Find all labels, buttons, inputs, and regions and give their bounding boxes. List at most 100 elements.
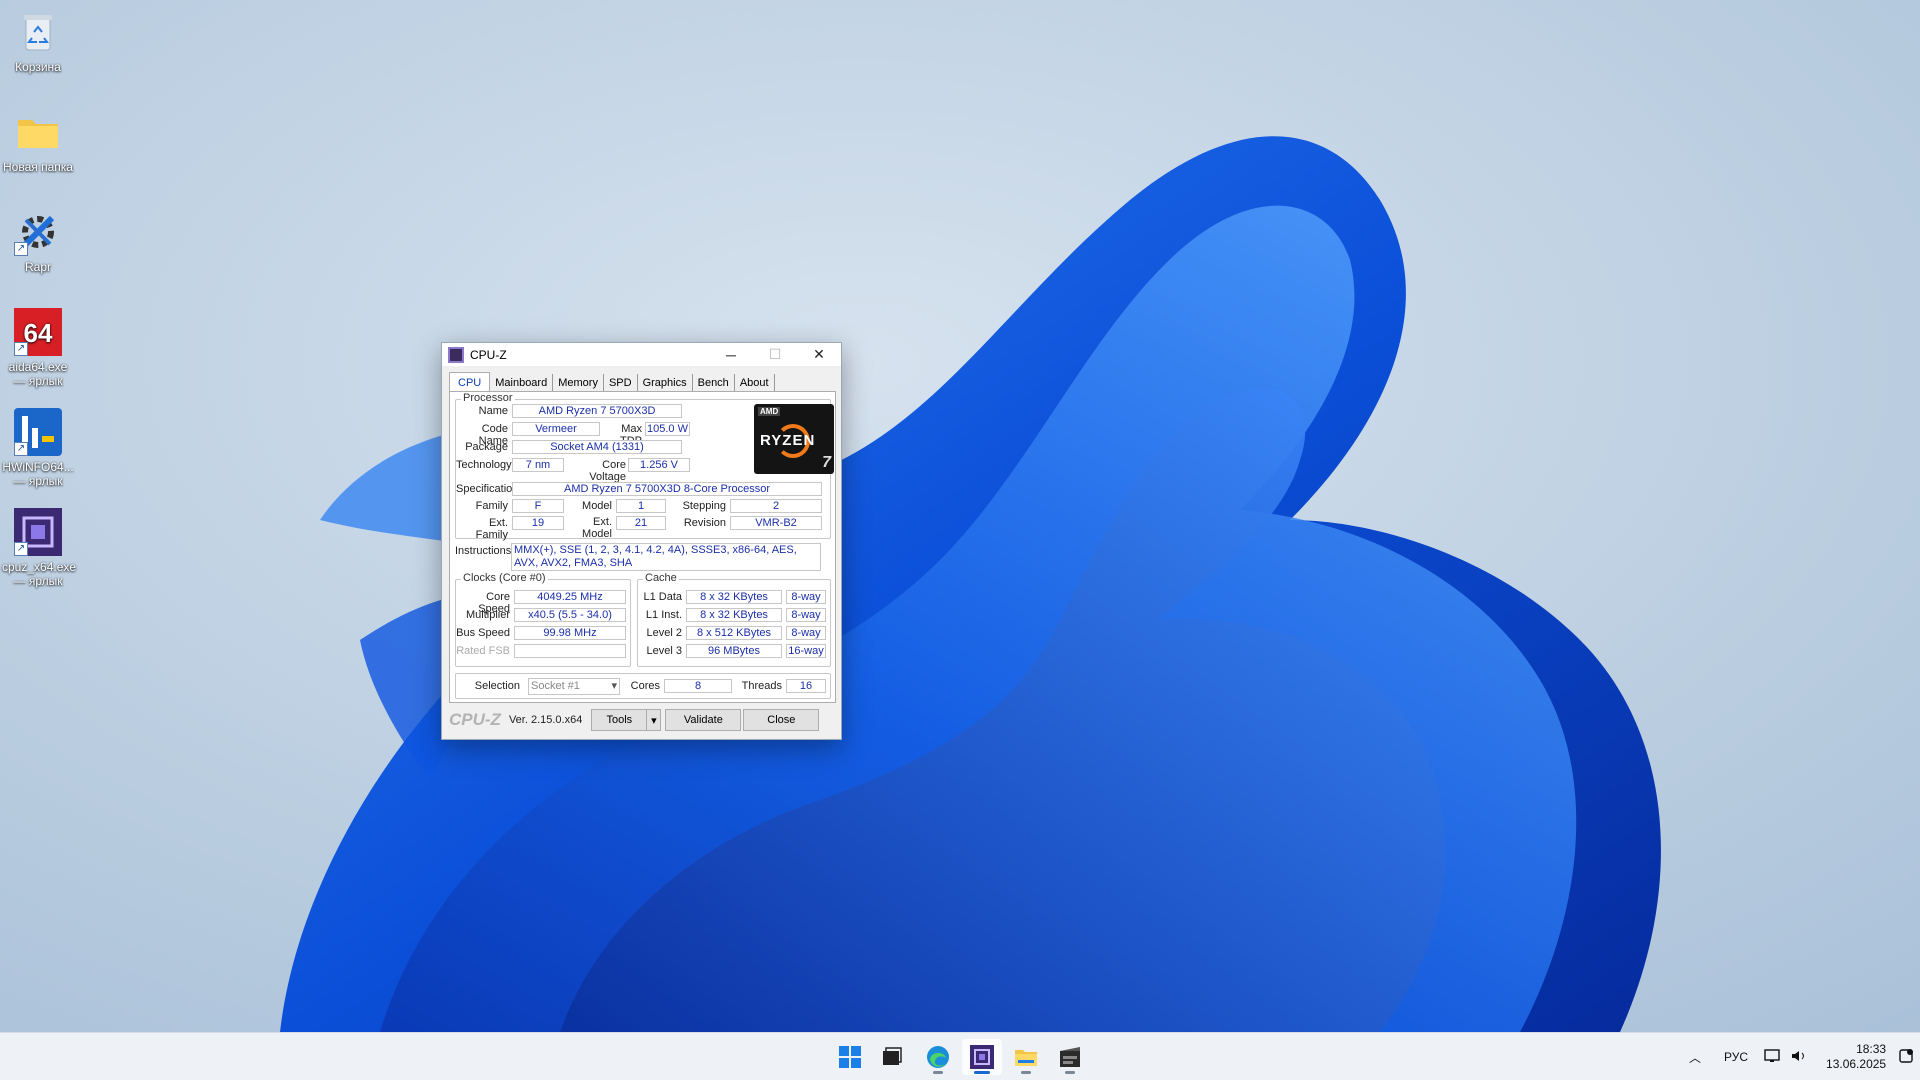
corevoltage-value: 1.256 V bbox=[628, 458, 690, 472]
desktop-icon-aida64[interactable]: 64 ↗ aida64.exe — ярлык bbox=[0, 308, 76, 388]
start-button[interactable] bbox=[830, 1039, 870, 1075]
processor-group: Processor Name AMD Ryzen 7 5700X3D Code … bbox=[455, 392, 834, 541]
ryzen-tier: 7 bbox=[822, 454, 831, 471]
show-hidden-icons-button[interactable]: ︿ bbox=[1682, 1049, 1708, 1066]
running-indicator bbox=[974, 1071, 990, 1074]
file-explorer-icon bbox=[1015, 1050, 1037, 1066]
desktop-icon-cpuz[interactable]: ↗ cpuz_x64.exe — ярлык bbox=[0, 508, 76, 588]
revision-label: Revision bbox=[683, 517, 726, 529]
title-bar[interactable]: CPU-Z ─ ☐ ✕ bbox=[442, 343, 841, 367]
desktop-icon-label: Новая папка bbox=[3, 160, 73, 174]
cache-l1i-size: 8 x 32 KBytes bbox=[686, 608, 782, 622]
clock[interactable]: 18:33 13.06.2025 bbox=[1826, 1042, 1886, 1072]
extfamily-value: 19 bbox=[512, 516, 564, 530]
selection-dropdown[interactable]: Socket #1 ▾ bbox=[528, 678, 620, 695]
taskbar-edge[interactable] bbox=[918, 1039, 958, 1075]
task-view-button[interactable] bbox=[872, 1039, 912, 1075]
minimize-button[interactable]: ─ bbox=[709, 343, 753, 367]
notification-icon[interactable] bbox=[1898, 1048, 1914, 1067]
cores-label: Cores bbox=[630, 680, 660, 692]
cache-l1i-way: 8-way bbox=[786, 608, 826, 622]
edge-icon bbox=[927, 1046, 949, 1068]
model-value: 1 bbox=[616, 499, 666, 513]
name-label: Name bbox=[478, 405, 508, 417]
package-label: Package bbox=[465, 441, 508, 453]
chevron-up-icon: ︿ bbox=[1688, 1050, 1701, 1065]
extmodel-value: 21 bbox=[616, 516, 666, 530]
close-button[interactable]: Close bbox=[743, 709, 820, 731]
cpuz-app-icon bbox=[448, 346, 464, 363]
task-view-icon bbox=[883, 1047, 902, 1065]
maximize-button[interactable]: ☐ bbox=[753, 343, 797, 367]
taskbar-media-app[interactable] bbox=[1050, 1039, 1090, 1075]
desktop-icon-recycle-bin[interactable]: Корзина bbox=[0, 8, 76, 74]
tab-mainboard[interactable]: Mainboard bbox=[490, 374, 554, 391]
package-value: Socket AM4 (1331) bbox=[512, 440, 682, 454]
volume-icon[interactable] bbox=[1790, 1048, 1808, 1067]
instructions-value: MMX(+), SSE (1, 2, 3, 4.1, 4.2, 4A), SSS… bbox=[511, 543, 821, 571]
ryzen-7-logo: AMD RYZEN 7 bbox=[754, 404, 834, 474]
selection-label: Selection bbox=[474, 680, 520, 692]
shortcut-arrow-icon: ↗ bbox=[14, 542, 28, 556]
network-icon[interactable] bbox=[1764, 1048, 1782, 1067]
corevoltage-label: Core Voltage bbox=[589, 459, 626, 483]
cpuz-icon: ↗ bbox=[14, 508, 62, 556]
instructions-label: Instructions bbox=[455, 545, 512, 557]
cache-group: Cache L1 Data 8 x 32 KBytes 8-way L1 Ins… bbox=[637, 572, 831, 667]
validate-button[interactable]: Validate bbox=[665, 709, 742, 731]
cache-l1d-way: 8-way bbox=[786, 590, 826, 604]
codename-value: Vermeer bbox=[512, 422, 600, 436]
cpuz-brand: CPU-Z bbox=[449, 710, 501, 729]
model-label: Model bbox=[582, 500, 612, 512]
cpuz-footer: CPU-Z Ver. 2.15.0.x64 Tools ▾ Validate C… bbox=[449, 707, 836, 733]
spec-value: AMD Ryzen 7 5700X3D 8-Core Processor bbox=[512, 482, 822, 496]
cache-l3-size: 96 MBytes bbox=[686, 644, 782, 658]
tab-about[interactable]: About bbox=[735, 374, 775, 391]
tab-bench[interactable]: Bench bbox=[693, 374, 735, 391]
tab-graphics[interactable]: Graphics bbox=[638, 374, 693, 391]
close-window-button[interactable]: ✕ bbox=[797, 343, 841, 367]
tab-spd[interactable]: SPD bbox=[604, 374, 638, 391]
shortcut-arrow-icon: ↗ bbox=[14, 442, 28, 456]
ratedfsb-label: Rated FSB bbox=[456, 645, 510, 657]
running-indicator bbox=[1021, 1071, 1031, 1074]
taskbar-file-explorer[interactable] bbox=[1006, 1039, 1046, 1075]
desktop-wallpaper bbox=[0, 0, 1920, 1032]
corespeed-value: 4049.25 MHz bbox=[514, 590, 626, 604]
clocks-group: Clocks (Core #0) Core Speed 4049.25 MHz … bbox=[455, 572, 631, 667]
tools-dropdown-button[interactable]: ▾ bbox=[647, 709, 662, 731]
maxtdp-value: 105.0 W bbox=[645, 422, 690, 436]
spec-label: Specification bbox=[456, 483, 519, 495]
tab-bar: CPU Mainboard Memory SPD Graphics Bench … bbox=[449, 371, 841, 392]
name-value: AMD Ryzen 7 5700X3D bbox=[512, 404, 682, 418]
desktop-icon-new-folder[interactable]: Новая папка bbox=[0, 108, 76, 174]
version-label: Ver. 2.15.0.x64 bbox=[508, 714, 583, 726]
recycle-bin-icon bbox=[14, 8, 62, 56]
revision-value: VMR-B2 bbox=[730, 516, 822, 530]
running-indicator bbox=[1065, 1071, 1075, 1074]
taskbar: ︿ РУС 18:33 13.06.2025 bbox=[0, 1032, 1920, 1080]
desktop-icon-rapr[interactable]: ↗ Rapr bbox=[0, 208, 76, 274]
tab-memory[interactable]: Memory bbox=[553, 374, 604, 391]
desktop-icon-hwinfo[interactable]: ↗ HWiNFO64... — ярлык bbox=[0, 408, 76, 488]
taskbar-cpuz[interactable] bbox=[962, 1039, 1002, 1075]
chevron-down-icon: ▾ bbox=[651, 714, 657, 727]
tab-cpu[interactable]: CPU bbox=[449, 372, 491, 392]
tools-button[interactable]: Tools bbox=[591, 709, 648, 731]
cpuz-window: CPU-Z ─ ☐ ✕ CPU Mainboard Memory SPD Gra… bbox=[441, 342, 842, 740]
desktop-icon-label: HWiNFO64... — ярлык bbox=[2, 460, 74, 488]
media-app-icon bbox=[1060, 1047, 1080, 1067]
language-indicator[interactable]: РУС bbox=[1724, 1050, 1748, 1064]
family-value: F bbox=[512, 499, 564, 513]
stepping-value: 2 bbox=[730, 499, 822, 513]
desktop-icon-label: Rapr bbox=[24, 260, 51, 274]
folder-icon bbox=[14, 108, 62, 156]
clock-date: 13.06.2025 bbox=[1826, 1057, 1887, 1071]
multiplier-label: Multiplier bbox=[465, 609, 510, 621]
cache-group-title: Cache bbox=[643, 572, 679, 584]
window-title: CPU-Z bbox=[470, 347, 507, 362]
extfamily-label: Ext. Family bbox=[475, 517, 508, 541]
running-indicator bbox=[933, 1071, 943, 1074]
start-icon bbox=[839, 1046, 861, 1068]
desktop-icon-label: cpuz_x64.exe — ярлык bbox=[2, 560, 77, 588]
